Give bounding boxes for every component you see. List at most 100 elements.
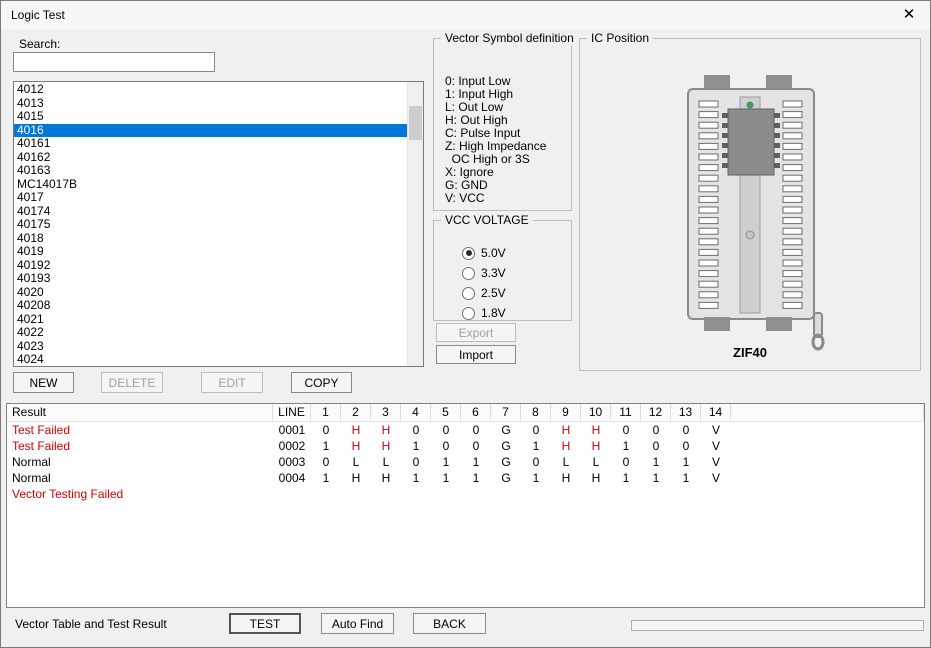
- copy-button[interactable]: COPY: [291, 372, 352, 393]
- scrollbar-thumb[interactable]: [409, 106, 422, 140]
- list-item[interactable]: 4022: [14, 326, 407, 340]
- socket-type-label: ZIF40: [580, 345, 920, 360]
- list-item[interactable]: 40175: [14, 218, 407, 232]
- value-cell: 0: [431, 438, 461, 454]
- column-header[interactable]: 2: [341, 404, 371, 421]
- search-input[interactable]: [13, 52, 215, 72]
- table-row[interactable]: Normal00030LL011G0LL011V: [7, 454, 924, 470]
- list-item[interactable]: 4013: [14, 97, 407, 111]
- column-header[interactable]: 9: [551, 404, 581, 421]
- value-cell: H: [341, 470, 371, 486]
- result-cell: Test Failed: [7, 438, 273, 454]
- list-item[interactable]: 40163: [14, 164, 407, 178]
- value-cell: V: [701, 470, 731, 486]
- value-cell: 1: [641, 470, 671, 486]
- value-cell: 0: [401, 422, 431, 438]
- value-cell: 1: [311, 438, 341, 454]
- table-row[interactable]: Vector Testing Failed: [7, 486, 924, 502]
- value-cell: L: [371, 454, 401, 470]
- column-header[interactable]: 5: [431, 404, 461, 421]
- list-item[interactable]: 40161: [14, 137, 407, 151]
- ic-position-group: IC Position: [579, 38, 921, 371]
- close-icon[interactable]: ✕: [894, 4, 924, 26]
- vcc-option[interactable]: 2.5V: [462, 283, 567, 303]
- list-item[interactable]: MC14017B: [14, 178, 407, 192]
- list-item[interactable]: 4023: [14, 340, 407, 354]
- value-cell: 0: [431, 422, 461, 438]
- vcc-option[interactable]: 5.0V: [462, 243, 567, 263]
- column-header[interactable]: 13: [671, 404, 701, 421]
- back-button[interactable]: BACK: [413, 613, 486, 634]
- value-cell: 0: [461, 422, 491, 438]
- list-item[interactable]: 4019: [14, 245, 407, 259]
- list-scrollbar[interactable]: [407, 82, 423, 366]
- list-item[interactable]: 40162: [14, 151, 407, 165]
- list-item[interactable]: 40208: [14, 299, 407, 313]
- auto-find-button[interactable]: Auto Find: [321, 613, 394, 634]
- radio-icon[interactable]: [462, 247, 475, 260]
- list-item[interactable]: 4015: [14, 110, 407, 124]
- column-header[interactable]: 8: [521, 404, 551, 421]
- radio-icon[interactable]: [462, 267, 475, 280]
- column-header[interactable]: 11: [611, 404, 641, 421]
- column-header[interactable]: 12: [641, 404, 671, 421]
- import-button[interactable]: Import: [436, 345, 516, 364]
- inserted-chip: [722, 102, 780, 176]
- list-item[interactable]: 40192: [14, 259, 407, 273]
- ic-position-group-title: IC Position: [587, 31, 653, 45]
- value-cell: 0: [521, 422, 551, 438]
- radio-label: 2.5V: [481, 283, 506, 303]
- vector-symbol-group: Vector Symbol definition 0: Input Low1: …: [433, 38, 572, 211]
- vector-table-body: Test Failed00010HH000G0HH000VTest Failed…: [7, 422, 924, 502]
- value-cell: 1: [311, 470, 341, 486]
- table-row[interactable]: Test Failed00021HH100G1HH100V: [7, 438, 924, 454]
- radio-icon[interactable]: [462, 307, 475, 320]
- value-cell: 1: [521, 438, 551, 454]
- value-cell: H: [551, 422, 581, 438]
- column-header[interactable]: 1: [311, 404, 341, 421]
- table-row[interactable]: Test Failed00010HH000G0HH000V: [7, 422, 924, 438]
- value-cell: L: [551, 454, 581, 470]
- list-item[interactable]: 4018: [14, 232, 407, 246]
- line-cell: 0003: [273, 454, 311, 470]
- logic-test-dialog: Logic Test ✕ Search: 4012401340154016401…: [0, 0, 931, 648]
- vcc-options: 5.0V3.3V2.5V1.8V: [462, 243, 567, 323]
- list-item[interactable]: 40174: [14, 205, 407, 219]
- column-header[interactable]: 3: [371, 404, 401, 421]
- value-cell: 0: [641, 438, 671, 454]
- list-item[interactable]: 4021: [14, 313, 407, 327]
- value-cell: 0: [641, 422, 671, 438]
- column-header[interactable]: 4: [401, 404, 431, 421]
- column-header[interactable]: 10: [581, 404, 611, 421]
- value-cell: H: [371, 438, 401, 454]
- column-header[interactable]: 14: [701, 404, 731, 421]
- result-cell: Normal: [7, 454, 273, 470]
- value-cell: H: [341, 438, 371, 454]
- column-header[interactable]: 7: [491, 404, 521, 421]
- list-item[interactable]: 4025: [14, 367, 407, 368]
- table-row[interactable]: Normal00041HH111G1HH111V: [7, 470, 924, 486]
- vcc-option[interactable]: 3.3V: [462, 263, 567, 283]
- column-header[interactable]: 6: [461, 404, 491, 421]
- list-item[interactable]: 4017: [14, 191, 407, 205]
- list-item[interactable]: 4012: [14, 83, 407, 97]
- value-cell: 1: [641, 454, 671, 470]
- vcc-option[interactable]: 1.8V: [462, 303, 567, 323]
- vcc-voltage-group: VCC VOLTAGE 5.0V3.3V2.5V1.8V: [433, 220, 572, 321]
- value-cell: L: [341, 454, 371, 470]
- value-cell: 1: [461, 454, 491, 470]
- value-cell: 0: [671, 422, 701, 438]
- zif-socket-graphic: [666, 67, 836, 352]
- list-item[interactable]: 4016: [14, 124, 407, 138]
- list-item[interactable]: 4024: [14, 353, 407, 367]
- edit-button: EDIT: [201, 372, 263, 393]
- list-item[interactable]: 4020: [14, 286, 407, 300]
- value-cell: 1: [401, 438, 431, 454]
- test-button[interactable]: TEST: [229, 613, 301, 634]
- column-header[interactable]: Result: [7, 404, 273, 421]
- new-button[interactable]: NEW: [13, 372, 74, 393]
- column-header[interactable]: LINE: [273, 404, 311, 421]
- radio-label: 3.3V: [481, 263, 506, 283]
- radio-icon[interactable]: [462, 287, 475, 300]
- list-item[interactable]: 40193: [14, 272, 407, 286]
